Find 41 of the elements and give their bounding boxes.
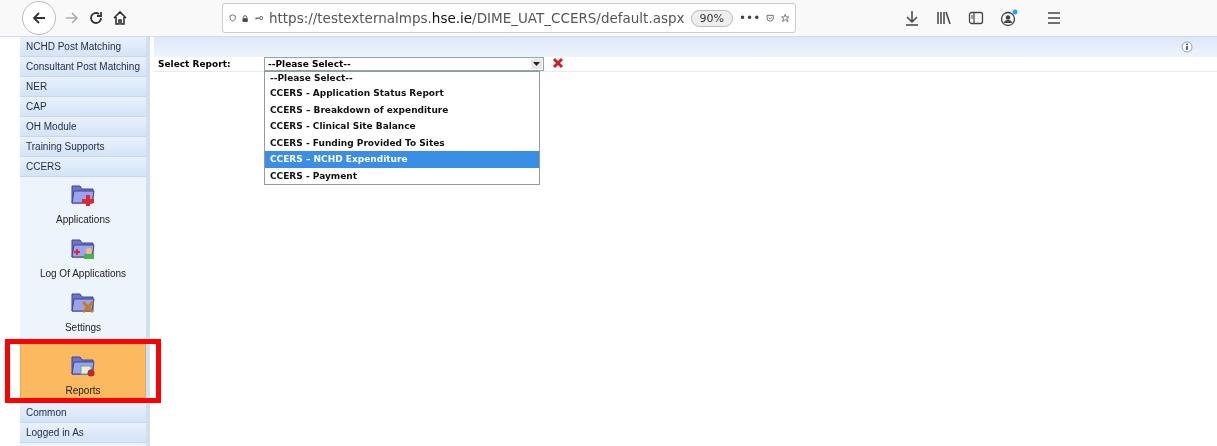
sidebar-item[interactable]: NCHD Post Matching: [20, 37, 146, 57]
sidebar-nav-item[interactable]: Applications: [20, 177, 146, 231]
address-bar[interactable]: https://testexternalmps.hse.ie/DIME_UAT_CCERS/default.aspx 90% •••: [222, 3, 796, 33]
dropdown-option[interactable]: --Please Select--: [265, 72, 539, 85]
zoom-level[interactable]: 90%: [690, 9, 734, 27]
clear-icon[interactable]: [552, 57, 564, 69]
dropdown-option[interactable]: CCERS - Clinical Site Balance: [265, 118, 539, 135]
url-text: https://testexternalmps.hse.ie/DIME_UAT_CCERS/default.aspx: [268, 10, 685, 26]
back-icon[interactable]: [22, 1, 56, 35]
reload-icon[interactable]: [88, 10, 104, 26]
sidebar-nav-item[interactable]: Log Of Applications: [20, 231, 146, 285]
page-actions-button[interactable]: •••: [739, 11, 761, 25]
dropdown-option[interactable]: CCERS - Application Status Report: [265, 85, 539, 102]
home-icon[interactable]: [112, 10, 128, 26]
sidebar-item[interactable]: Consultant Post Matching: [20, 57, 146, 77]
sidebar-item[interactable]: Logged in As: [20, 423, 146, 443]
folder-icon: [70, 236, 96, 260]
folder-icon: [70, 290, 96, 314]
key-icon: [254, 13, 263, 23]
dropdown-option[interactable]: CCERS - Funding Provided To Sites: [265, 134, 539, 151]
shield-icon: [229, 11, 237, 25]
dropdown-option[interactable]: CCERS – Breakdown of expenditure: [265, 101, 539, 118]
sidebar-icon[interactable]: [968, 10, 984, 26]
info-icon[interactable]: [1181, 41, 1193, 53]
sidebar-item[interactable]: NER: [20, 77, 146, 97]
library-icon[interactable]: [936, 10, 952, 26]
sidebar-item[interactable]: CAP: [20, 97, 146, 117]
sidebar-item[interactable]: CCERS: [20, 157, 146, 177]
account-icon[interactable]: [1000, 9, 1018, 27]
sidebar-item[interactable]: Training Supports: [20, 137, 146, 157]
sidebar-item[interactable]: OH Module: [20, 117, 146, 137]
sidebar-item[interactable]: Common: [20, 403, 146, 423]
folder-icon: [70, 353, 96, 377]
download-icon[interactable]: [904, 10, 920, 26]
sidebar-nav-item[interactable]: Settings: [20, 285, 146, 339]
folder-icon: [70, 182, 96, 206]
dropdown-option[interactable]: CCERS - Payment: [265, 167, 539, 184]
field-label: Select Report:: [157, 58, 232, 71]
report-select[interactable]: --Please Select--: [264, 57, 544, 71]
menu-icon[interactable]: [1046, 10, 1062, 26]
caret-icon: [531, 59, 542, 69]
